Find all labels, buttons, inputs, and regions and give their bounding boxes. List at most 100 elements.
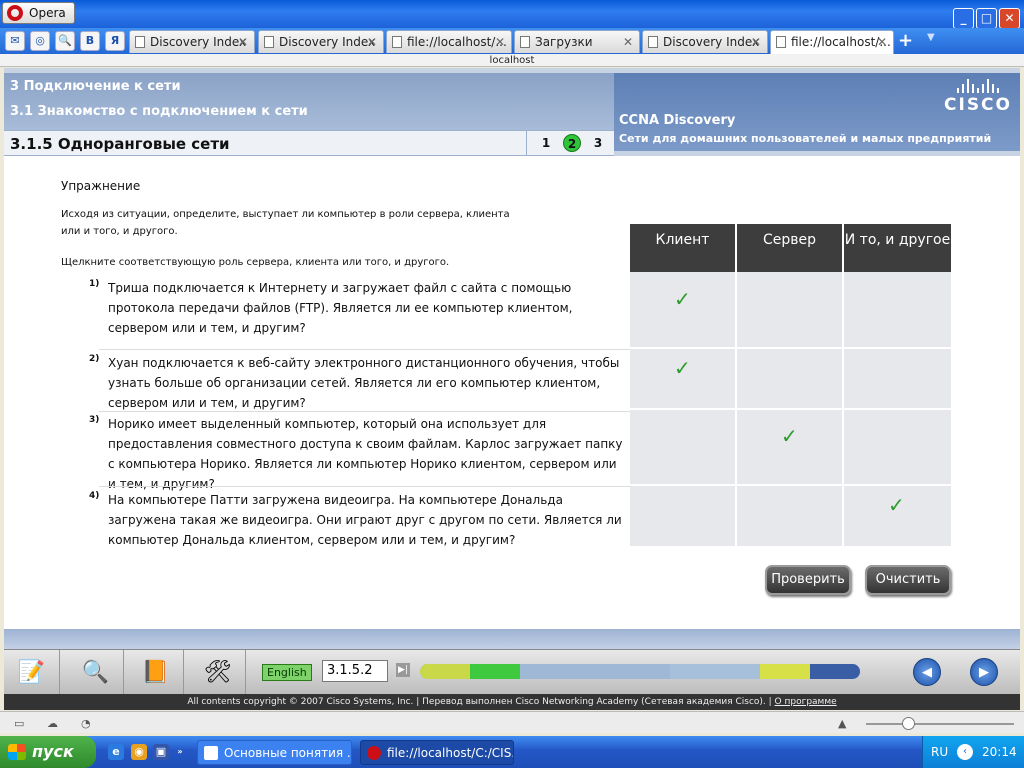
opera-icon[interactable]: ◎ [30,31,50,51]
progress-segment[interactable] [760,664,810,679]
ie-icon[interactable]: e [108,744,124,760]
answer-cell[interactable]: ✓ [630,272,737,349]
previous-page-icon[interactable]: ◀ [913,658,941,686]
answer-cell[interactable] [737,349,844,410]
tab-menu-chevron-icon[interactable]: ▼ [927,32,935,43]
next-page-icon[interactable]: ▶ [970,658,998,686]
progress-segment[interactable] [810,664,860,679]
tools-icon[interactable]: 🛠 [190,650,246,695]
answer-row: ✓ [630,410,952,486]
column-both: И то, и другое [844,224,951,272]
chrome-icon[interactable]: ◉ [131,744,147,760]
check-mark-icon: ✓ [781,424,798,448]
answer-cell[interactable] [630,486,737,548]
maximize-button[interactable]: □ [976,8,997,29]
zoom-menu-chevron-icon[interactable]: ▲ [838,717,852,730]
page-3-button[interactable]: 3 [589,134,607,152]
question-text: На компьютере Патти загружена видеоигра.… [108,493,622,547]
zoom-slider[interactable] [866,717,1014,730]
progress-segment[interactable] [520,664,610,679]
search-icon[interactable]: 🔍 [55,31,75,51]
answer-cell[interactable] [737,486,844,548]
language-button[interactable]: English [262,664,312,681]
quicklaunch-chevron-icon[interactable]: » [175,744,185,760]
close-tab-icon[interactable]: ✕ [238,31,248,53]
speed-dial-icon[interactable]: ◔ [81,717,95,730]
downloads-icon [520,36,530,48]
answer-cell[interactable] [844,272,951,349]
page-number-input[interactable]: 3.1.5.2 [322,660,388,682]
yandex-icon[interactable]: Я [105,31,125,51]
chapter-title: 3 Подключение к сети [10,79,181,94]
clear-button[interactable]: Очистить [865,565,951,595]
mail-icon[interactable]: ✉ [5,31,25,51]
copyright-text: All contents copyright © 2007 Cisco Syst… [187,697,775,707]
question-number: 1) [89,279,100,289]
vk-icon[interactable]: В [80,31,100,51]
close-tab-icon[interactable]: ✕ [367,31,377,53]
input-language[interactable]: RU [931,745,948,759]
tab-6-active[interactable]: file://localhost/... ✕ [770,30,894,54]
magnifier-icon[interactable]: 🔍 [68,650,124,695]
book-icon[interactable]: 📙 [128,650,184,695]
topic-bar: 3.1.5 Одноранговые сети 1 2 3 [4,130,614,156]
page-icon [135,36,145,48]
progress-segment[interactable] [610,664,670,679]
about-link[interactable]: О программе [775,697,837,707]
page-1-button[interactable]: 1 [537,134,555,152]
close-tab-icon[interactable]: ✕ [623,31,633,53]
new-tab-icon[interactable]: + [898,30,913,51]
go-to-page-icon[interactable]: ▶| [396,663,410,677]
opera-menu-button[interactable]: Opera [2,2,75,24]
question-number: 4) [89,491,100,501]
panel-toggle-icon[interactable]: ▭ [14,717,28,730]
close-button[interactable]: ✕ [999,8,1020,29]
answer-cell[interactable] [844,410,951,486]
tab-label: file://localhost/... [791,35,891,49]
start-button[interactable]: пуск [0,736,96,768]
progress-segment[interactable] [670,664,760,679]
cisco-wordmark: CISCO [944,95,1012,115]
show-desktop-icon[interactable]: ▣ [153,744,169,760]
progress-segment[interactable] [420,664,470,679]
course-subtitle: Сети для домашних пользователей и малых … [619,132,992,145]
progress-segment[interactable] [470,664,520,679]
answer-row: ✓ [630,272,952,349]
answer-cell[interactable] [844,349,951,410]
page-icon [776,36,786,48]
answer-cell[interactable] [630,410,737,486]
answer-cell[interactable]: ✓ [737,410,844,486]
cloud-icon[interactable]: ☁ [47,717,61,730]
tab-2[interactable]: Discovery Index ✕ [258,30,384,53]
close-tab-icon[interactable]: ✕ [751,31,761,53]
cisco-logo: CISCO [944,79,1012,115]
cisco-bars-icon [944,79,1012,93]
question-text: Норико имеет выделенный компьютер, котор… [108,417,623,491]
check-mark-icon: ✓ [888,493,905,517]
chapter-panel: 3 Подключение к сети 3.1 Знакомство с по… [4,73,614,130]
tab-1[interactable]: Discovery Index ✕ [129,30,255,53]
close-tab-icon[interactable]: ✕ [495,31,505,53]
tab-3[interactable]: file://localhost/... ✕ [386,30,512,53]
close-tab-icon[interactable]: ✕ [877,31,887,53]
task-label: file://localhost/C:/CIS... [387,746,514,760]
answer-cell[interactable]: ✓ [844,486,951,548]
tab-5[interactable]: Discovery Index ✕ [642,30,768,53]
column-client: Клиент [630,224,737,272]
course-progress-bar[interactable] [420,664,860,679]
page-2-button[interactable]: 2 [563,134,581,152]
taskbar-item-document[interactable]: Основные понятия ... [197,740,352,765]
tab-4[interactable]: Загрузки ✕ [514,30,640,53]
zoom-slider-handle[interactable] [902,717,915,730]
tab-label: Discovery Index [150,35,247,49]
answer-cell[interactable]: ✓ [630,349,737,410]
notes-icon[interactable]: 📝 [4,650,60,695]
question-divider [99,486,631,487]
answer-grid-header: Клиент Сервер И то, и другое [630,224,952,272]
check-button[interactable]: Проверить [765,565,851,595]
answer-cell[interactable] [737,272,844,349]
tray-expand-icon[interactable]: ‹ [957,744,973,760]
minimize-button[interactable]: _ [953,8,974,29]
course-name: CCNA Discovery [619,113,736,128]
taskbar-item-opera[interactable]: file://localhost/C:/CIS... [360,740,514,765]
